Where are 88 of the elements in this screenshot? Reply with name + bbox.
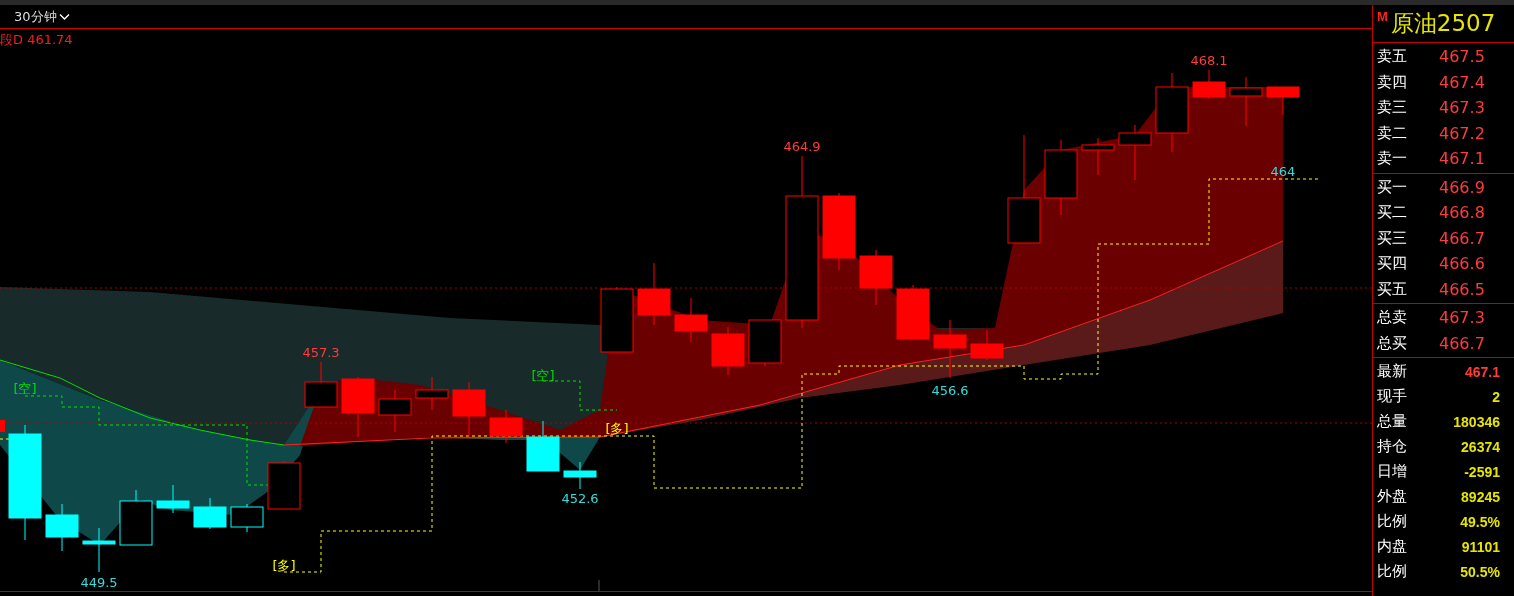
quote-label: 买一 [1377, 177, 1408, 197]
candlestick [1081, 137, 1115, 176]
quote-value: 50.5% [1459, 563, 1501, 580]
candlestick [674, 297, 708, 343]
candlestick [82, 527, 116, 573]
candlestick [1229, 76, 1263, 127]
quote-value: 467.3 [1439, 98, 1486, 118]
quote-label: 持仓 [1377, 437, 1408, 456]
quote-label: 外盘 [1377, 487, 1408, 506]
quote-value: 466.5 [1439, 279, 1486, 299]
quote-label: 内盘 [1377, 537, 1408, 556]
candlestick [859, 249, 893, 306]
price-label: 464 [1270, 164, 1296, 179]
quote-value: 2 [1491, 388, 1501, 405]
quote-label: 总卖 [1377, 308, 1408, 328]
candlestick [933, 319, 967, 379]
quote-value: 466.9 [1439, 177, 1486, 197]
quote-label: 现手 [1377, 387, 1408, 406]
candlestick [452, 381, 486, 438]
candlestick [415, 376, 449, 411]
quote-label: 买二 [1377, 203, 1408, 223]
indicator-label: 段D 461.74 [0, 31, 73, 49]
candlestick [526, 420, 560, 472]
caret-icon [58, 12, 70, 21]
quote-label: 卖四 [1377, 72, 1408, 92]
quote-label: 卖五 [1377, 47, 1408, 67]
candlestick [1192, 69, 1226, 100]
price-label: 464.9 [783, 139, 821, 154]
candlestick [637, 262, 671, 326]
candlestick [489, 409, 523, 444]
candlestick [304, 361, 338, 408]
quote-label: 卖二 [1377, 123, 1408, 143]
quote-value: 49.5% [1459, 513, 1501, 530]
quote-value: 467.1 [1463, 363, 1501, 380]
quote-value: -2591 [1463, 463, 1501, 480]
instrument-name: 原油2507 [1390, 9, 1496, 37]
price-label: 457.3 [302, 345, 340, 360]
quote-label: 比例 [1377, 512, 1408, 531]
quote-label: 买五 [1377, 279, 1408, 299]
quote-label: 日增 [1377, 462, 1408, 481]
price-label: [多] [605, 421, 629, 436]
quote-value: 467.1 [1439, 149, 1486, 169]
period-dropdown[interactable]: 30分钟 [12, 7, 72, 26]
quote-value: 466.7 [1439, 333, 1486, 353]
quote-value: 467.5 [1439, 47, 1486, 67]
candlestick [1118, 124, 1152, 181]
candlestick [156, 484, 190, 514]
candlestick [970, 329, 1004, 361]
quote-value: 180346 [1452, 413, 1501, 430]
quote-value: 466.6 [1439, 254, 1486, 274]
candlestick [748, 319, 782, 367]
quote-label: 最新 [1377, 362, 1408, 381]
candlestick [0, 420, 5, 432]
quote-value: 467.2 [1439, 123, 1486, 143]
price-label: [多] [272, 558, 296, 573]
candlestick [1266, 86, 1300, 116]
price-label: 468.1 [1190, 53, 1228, 68]
market-code-label: M [1377, 9, 1388, 24]
price-label: 456.6 [931, 383, 969, 398]
quote-value: 467.3 [1439, 308, 1486, 328]
candlestick [711, 326, 745, 376]
quote-label: 比例 [1377, 562, 1408, 581]
quote-label: 总量 [1377, 412, 1408, 431]
quote-value: 466.8 [1439, 203, 1486, 223]
quote-value: 91101 [1460, 538, 1501, 555]
quote-value: 467.4 [1439, 72, 1486, 92]
quote-value: 89245 [1460, 488, 1501, 505]
candlestick [267, 460, 301, 510]
candlestick [600, 286, 634, 353]
candlestick [230, 503, 264, 533]
candlestick [896, 284, 930, 340]
quote-label: 买四 [1377, 254, 1408, 274]
candlestick [119, 489, 153, 546]
quote-label: 总买 [1377, 333, 1408, 353]
price-label: 449.5 [80, 575, 118, 590]
quote-label: 卖三 [1377, 98, 1408, 118]
quote-label: 卖一 [1377, 149, 1408, 169]
price-label: [空] [13, 381, 37, 396]
candlestick [45, 503, 79, 552]
price-label: 452.6 [561, 491, 599, 506]
candlestick [378, 389, 412, 433]
quote-label: 买三 [1377, 228, 1408, 248]
price-label: [空] [531, 368, 555, 383]
candlestick [193, 497, 227, 530]
candlestick [341, 376, 375, 438]
quote-value: 26374 [1460, 438, 1501, 455]
candlestick [563, 461, 597, 490]
quote-value: 466.7 [1439, 228, 1486, 248]
